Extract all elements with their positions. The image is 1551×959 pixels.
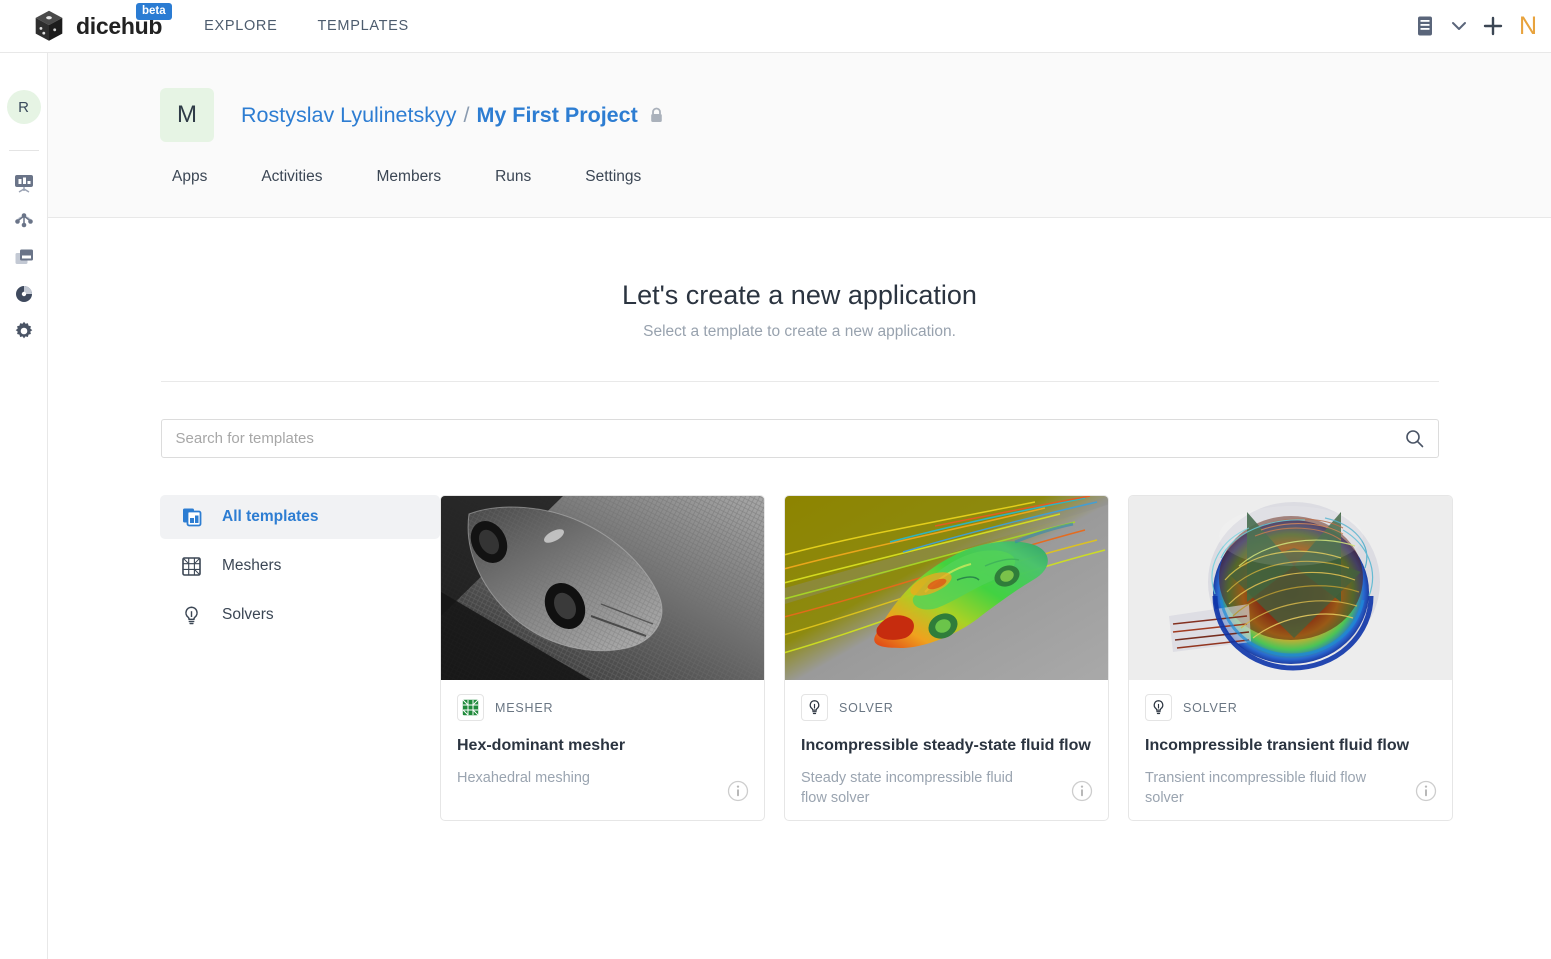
windows-copy-icon bbox=[13, 246, 35, 273]
card-badge-label: SOLVER bbox=[839, 700, 894, 715]
card-thumbnail-cfd-tank bbox=[1129, 496, 1452, 680]
breadcrumb-project[interactable]: My First Project bbox=[476, 103, 637, 128]
card-body: SOLVER Incompressible steady-state fluid… bbox=[785, 680, 1108, 820]
search-icon[interactable] bbox=[1392, 420, 1438, 457]
breadcrumb-separator: / bbox=[463, 102, 470, 127]
chevron-down-icon[interactable] bbox=[1451, 20, 1467, 32]
rail-divider bbox=[8, 150, 39, 151]
card-badge: SOLVER bbox=[801, 694, 1092, 721]
project-tabs: Apps Activities Members Runs Settings bbox=[48, 164, 1551, 190]
docs-book-icon[interactable] bbox=[1415, 15, 1435, 37]
main-content: Let's create a new application Select a … bbox=[48, 218, 1551, 959]
template-filters: All templates Meshers Solvers bbox=[160, 495, 440, 821]
left-rail: R bbox=[0, 53, 48, 959]
dashboard-icon bbox=[13, 172, 35, 199]
filter-label: Solvers bbox=[222, 606, 274, 623]
card-thumbnail-cfd-car bbox=[785, 496, 1108, 680]
page-subtitle: Select a template to create a new applic… bbox=[643, 323, 956, 340]
rail-user-avatar[interactable]: R bbox=[6, 90, 41, 124]
page-title: Let's create a new application bbox=[622, 280, 977, 310]
nav-item-templates[interactable]: TEMPLATES bbox=[317, 18, 408, 34]
top-bar-actions: N bbox=[1415, 12, 1541, 41]
cube-die-logo bbox=[35, 10, 63, 41]
rail-item-chart[interactable] bbox=[8, 280, 40, 312]
filter-meshers[interactable]: Meshers bbox=[160, 544, 440, 588]
tab-members[interactable]: Members bbox=[365, 164, 454, 190]
filter-solvers[interactable]: Solvers bbox=[160, 593, 440, 637]
divider bbox=[160, 381, 1439, 382]
filter-label: Meshers bbox=[222, 557, 282, 574]
network-nodes-icon bbox=[13, 209, 35, 236]
top-nav: EXPLORE TEMPLATES bbox=[204, 18, 409, 34]
gear-icon bbox=[13, 320, 35, 347]
rail-item-settings[interactable] bbox=[8, 317, 40, 349]
beta-badge: beta bbox=[136, 3, 172, 21]
top-bar: dicehub beta EXPLORE TEMPLATES N bbox=[0, 0, 1551, 53]
info-circle-icon[interactable] bbox=[1415, 780, 1437, 807]
card-title: Incompressible steady-state fluid flow bbox=[801, 737, 1091, 754]
tab-settings[interactable]: Settings bbox=[573, 164, 653, 190]
card-thumbnail-mesh-car bbox=[441, 496, 764, 680]
pie-chart-icon bbox=[13, 283, 35, 310]
card-description: Steady state incompressible fluid flow s… bbox=[801, 770, 1013, 807]
filter-all-templates[interactable]: All templates bbox=[160, 495, 440, 539]
breadcrumb: M Rostyslav Lyulinetskyy / My First Proj… bbox=[48, 53, 1551, 142]
card-badge-label: SOLVER bbox=[1183, 700, 1238, 715]
rail-item-dashboard[interactable] bbox=[8, 169, 40, 201]
template-card[interactable]: SOLVER Incompressible transient fluid fl… bbox=[1128, 495, 1453, 822]
lightbulb-icon bbox=[801, 694, 828, 721]
card-body: MESHER Hex-dominant mesher Hexahedral me… bbox=[441, 680, 764, 820]
documents-stack-icon bbox=[181, 506, 205, 528]
tab-apps[interactable]: Apps bbox=[160, 164, 219, 190]
project-avatar[interactable]: M bbox=[160, 88, 214, 142]
project-header: M Rostyslav Lyulinetskyy / My First Proj… bbox=[48, 53, 1551, 218]
lightbulb-icon bbox=[1145, 694, 1172, 721]
rail-item-network[interactable] bbox=[8, 206, 40, 238]
template-card-list: MESHER Hex-dominant mesher Hexahedral me… bbox=[440, 495, 1453, 822]
nav-item-explore[interactable]: EXPLORE bbox=[204, 18, 277, 34]
card-body: SOLVER Incompressible transient fluid fl… bbox=[1129, 680, 1452, 820]
breadcrumb-links: Rostyslav Lyulinetskyy / My First Projec… bbox=[241, 103, 664, 128]
search-input[interactable] bbox=[161, 430, 1392, 447]
card-description: Hexahedral meshing bbox=[457, 770, 590, 787]
card-description: Transient incompressible fluid flow solv… bbox=[1145, 770, 1367, 807]
plus-icon[interactable] bbox=[1483, 16, 1503, 36]
lock-icon bbox=[649, 107, 664, 124]
card-title: Incompressible transient fluid flow bbox=[1145, 737, 1410, 754]
mesh-grid-icon-green bbox=[457, 694, 484, 721]
templates-browser: All templates Meshers Solvers MESHER Hex… bbox=[160, 495, 1551, 822]
template-card[interactable]: SOLVER Incompressible steady-state fluid… bbox=[784, 495, 1109, 822]
card-badge-label: MESHER bbox=[495, 700, 554, 715]
user-avatar[interactable]: N bbox=[1519, 12, 1541, 41]
card-title: Hex-dominant mesher bbox=[457, 737, 626, 754]
lightbulb-icon bbox=[181, 605, 205, 626]
mesh-grid-icon bbox=[181, 556, 205, 577]
tab-activities[interactable]: Activities bbox=[249, 164, 334, 190]
info-circle-icon[interactable] bbox=[727, 780, 749, 807]
template-card[interactable]: MESHER Hex-dominant mesher Hexahedral me… bbox=[440, 495, 765, 822]
filter-label: All templates bbox=[222, 508, 319, 525]
card-badge: MESHER bbox=[457, 694, 748, 721]
brand-logo[interactable]: dicehub beta bbox=[30, 3, 172, 45]
template-search-bar bbox=[160, 419, 1439, 458]
info-circle-icon[interactable] bbox=[1071, 780, 1093, 807]
tab-runs[interactable]: Runs bbox=[483, 164, 543, 190]
rail-item-windows[interactable] bbox=[8, 243, 40, 275]
card-badge: SOLVER bbox=[1145, 694, 1436, 721]
breadcrumb-owner[interactable]: Rostyslav Lyulinetskyy bbox=[241, 103, 456, 128]
